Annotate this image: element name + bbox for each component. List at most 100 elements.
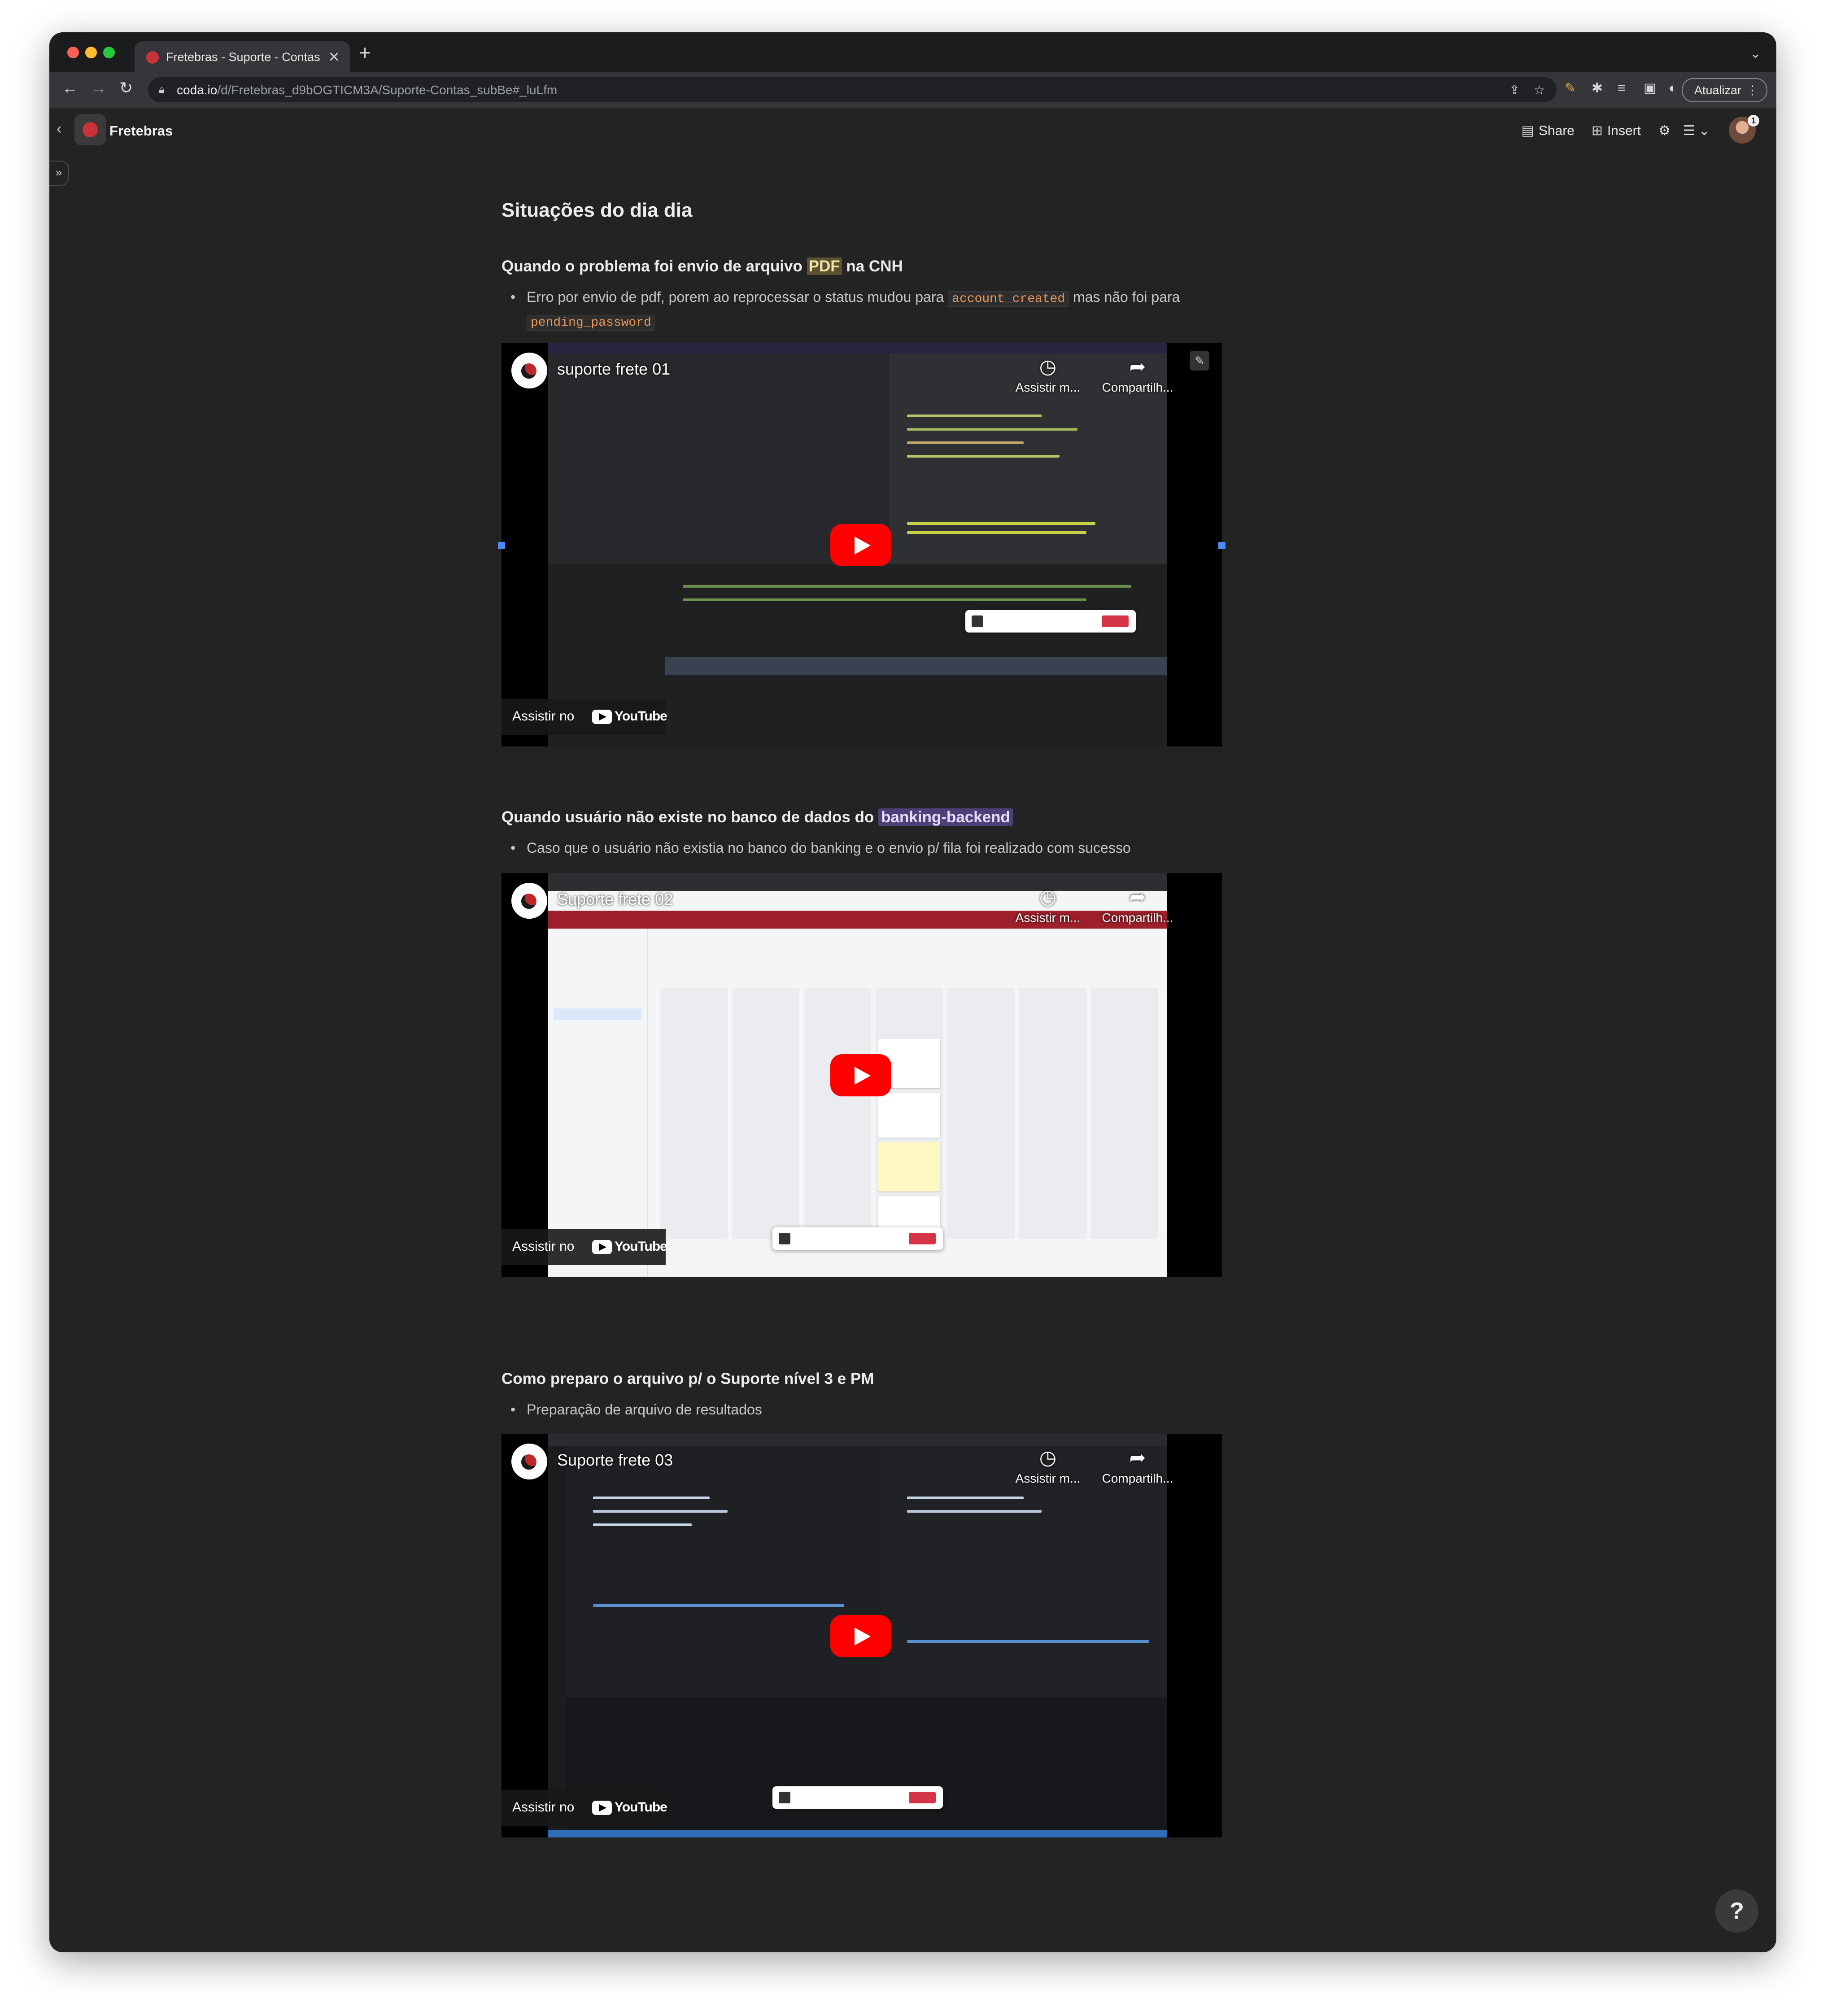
expand-sidebar-icon[interactable]: » xyxy=(49,161,69,186)
code-line xyxy=(907,531,1086,534)
clock-icon: ◷ xyxy=(1039,1447,1057,1469)
video-embed-1[interactable]: suporte frete 01 ◷ Assistir m... ➦ Compart… xyxy=(502,343,1222,746)
resize-handle-left[interactable] xyxy=(498,542,505,549)
mock-statusbar xyxy=(548,1830,1167,1837)
share-button[interactable]: ▤ Share xyxy=(1522,123,1574,139)
share-label: Share xyxy=(1538,123,1574,138)
watch-on-label: Assistir no xyxy=(512,1800,575,1815)
pdf-highlight: PDF xyxy=(807,257,842,275)
stop-icon xyxy=(1102,615,1129,627)
insert-grid-icon: ⊞ xyxy=(1591,123,1603,138)
close-window-button[interactable] xyxy=(67,47,79,58)
doc-title[interactable]: Fretebras xyxy=(109,123,173,139)
clock-icon: ◷ xyxy=(1039,356,1057,378)
watch-on-label: Assistir no xyxy=(512,1239,575,1254)
video-title[interactable]: suporte frete 01 xyxy=(557,360,670,379)
bookmark-star-icon[interactable]: ☆ xyxy=(1534,83,1545,97)
share-arrow-icon: ➦ xyxy=(1129,886,1146,908)
video-embed-3[interactable]: Suporte frete 03 ◷ Assistir m... ➦ Compart… xyxy=(502,1434,1222,1837)
list-item: Caso que o usuário não existia no banco … xyxy=(510,837,1131,859)
new-tab-icon[interactable]: + xyxy=(359,42,371,63)
watch-on-label: Assistir no xyxy=(512,709,575,724)
app-icon xyxy=(972,615,983,627)
youtube-wordmark: YouTube xyxy=(615,1800,667,1815)
watch-later-label: Assistir m... xyxy=(1015,1471,1081,1485)
reading-list-icon[interactable]: ≡ xyxy=(1618,82,1626,95)
watch-later-label: Assistir m... xyxy=(1015,380,1081,394)
video-embed-2[interactable]: Suporte frete 02 ◷ Assistir m... ➦ Compart… xyxy=(502,873,1222,1277)
code-line xyxy=(683,585,1131,588)
section-heading-banking: Quando usuário não existe no banco de da… xyxy=(502,808,1013,826)
lock-icon[interactable]: 🔒︎ xyxy=(159,83,165,96)
browser-window: Fretebras - Suporte - Contas ✕ + ⌄ ← → ↻… xyxy=(49,32,1776,1952)
resize-handle-right[interactable] xyxy=(1218,542,1226,549)
section-heading-suporte: Como preparo o arquivo p/ o Suporte níve… xyxy=(502,1370,874,1388)
app-icon xyxy=(779,1792,790,1803)
banking-backend-highlight: banking-backend xyxy=(878,808,1013,826)
code-line xyxy=(593,1604,844,1607)
browser-tab[interactable]: Fretebras - Suporte - Contas ✕ xyxy=(135,41,350,72)
help-button[interactable]: ? xyxy=(1715,1889,1758,1933)
update-browser-button[interactable]: Atualizar ⋮ xyxy=(1681,78,1767,102)
share-page-icon[interactable]: ⇪ xyxy=(1509,83,1520,97)
forward-arrow-icon[interactable]: → xyxy=(91,80,107,96)
kanban-card xyxy=(878,1093,940,1138)
tab-title: Fretebras - Suporte - Contas xyxy=(166,50,320,64)
notification-popup xyxy=(772,1786,943,1809)
heading-text: Quando o problema foi envio de arquivo xyxy=(502,257,807,275)
mock-menubar xyxy=(548,343,1167,353)
more-vert-icon[interactable]: ⋮ xyxy=(1746,79,1758,101)
youtube-wordmark: YouTube xyxy=(615,1239,667,1254)
video-title[interactable]: Suporte frete 03 xyxy=(557,1451,673,1470)
play-button-icon[interactable] xyxy=(830,524,891,566)
watch-later-button[interactable]: ◷ Assistir m... xyxy=(1003,353,1093,395)
insert-button[interactable]: ⊞ Insert xyxy=(1592,123,1641,139)
channel-avatar[interactable] xyxy=(511,353,547,388)
channel-avatar[interactable] xyxy=(511,883,547,919)
extensions-puzzle-icon[interactable]: ✱ xyxy=(1592,82,1603,95)
kanban-column xyxy=(1091,988,1158,1239)
share-arrow-icon: ➦ xyxy=(1129,1447,1146,1469)
url-text: coda.io/d/Fretebras_d9bOGTICM3A/Suporte-… xyxy=(177,83,558,97)
watch-later-button[interactable]: ◷ Assistir m... xyxy=(1003,884,1093,925)
share-doc-icon: ▤ xyxy=(1521,123,1534,138)
tab-search-chevron-icon[interactable]: ⌄ xyxy=(1750,46,1761,61)
channel-avatar[interactable] xyxy=(511,1444,547,1479)
code-line xyxy=(907,441,1024,444)
kanban-column xyxy=(660,988,728,1239)
minimize-window-button[interactable] xyxy=(85,47,97,58)
back-chevron-icon[interactable]: ‹ xyxy=(57,120,61,138)
list-item: Erro por envio de pdf, porem ao reproces… xyxy=(510,286,1180,334)
kanban-column xyxy=(732,988,799,1239)
address-bar[interactable]: 🔒︎ coda.io/d/Fretebras_d9bOGTICM3A/Supor… xyxy=(148,77,1557,102)
video-title[interactable]: Suporte frete 02 xyxy=(557,890,673,909)
back-arrow-icon[interactable]: ← xyxy=(62,80,78,96)
reload-icon[interactable]: ↻ xyxy=(119,80,133,96)
play-button-icon[interactable] xyxy=(830,1615,891,1657)
share-video-button[interactable]: ➦ Compartilh... xyxy=(1093,1444,1182,1486)
pen-extension-icon[interactable]: ✎ xyxy=(1565,82,1576,95)
doc-logo[interactable] xyxy=(74,114,106,145)
comments-icon[interactable]: ☰ ⌄ xyxy=(1683,123,1710,139)
section-heading-pdf: Quando o problema foi envio de arquivo P… xyxy=(502,257,903,275)
settings-gear-icon[interactable]: ⚙ xyxy=(1658,123,1670,139)
share-video-button[interactable]: ➦ Compartilh... xyxy=(1093,353,1182,395)
notification-popup xyxy=(965,610,1136,633)
play-button-icon[interactable] xyxy=(830,1054,891,1096)
share-video-button[interactable]: ➦ Compartilh... xyxy=(1093,884,1182,925)
maximize-window-button[interactable] xyxy=(103,47,115,58)
watch-on-youtube-button[interactable]: Assistir no YouTube xyxy=(502,699,667,735)
insert-label: Insert xyxy=(1607,123,1641,138)
watch-on-youtube-button[interactable]: Assistir no YouTube xyxy=(502,1790,667,1826)
watch-later-button[interactable]: ◷ Assistir m... xyxy=(1003,1444,1093,1486)
side-panel-icon[interactable]: ▣ xyxy=(1644,82,1656,95)
mock-sidebar-active xyxy=(554,1008,641,1020)
stop-icon xyxy=(909,1233,936,1244)
kanban-column xyxy=(1019,988,1086,1239)
code-line xyxy=(907,428,1077,431)
watch-on-youtube-button[interactable]: Assistir no YouTube xyxy=(502,1229,667,1265)
edit-pencil-icon[interactable]: ✎ xyxy=(1190,351,1209,371)
profile-icon[interactable]: ◐ xyxy=(1669,82,1677,95)
close-tab-icon[interactable]: ✕ xyxy=(328,48,340,65)
share-video-label: Compartilh... xyxy=(1102,380,1173,394)
